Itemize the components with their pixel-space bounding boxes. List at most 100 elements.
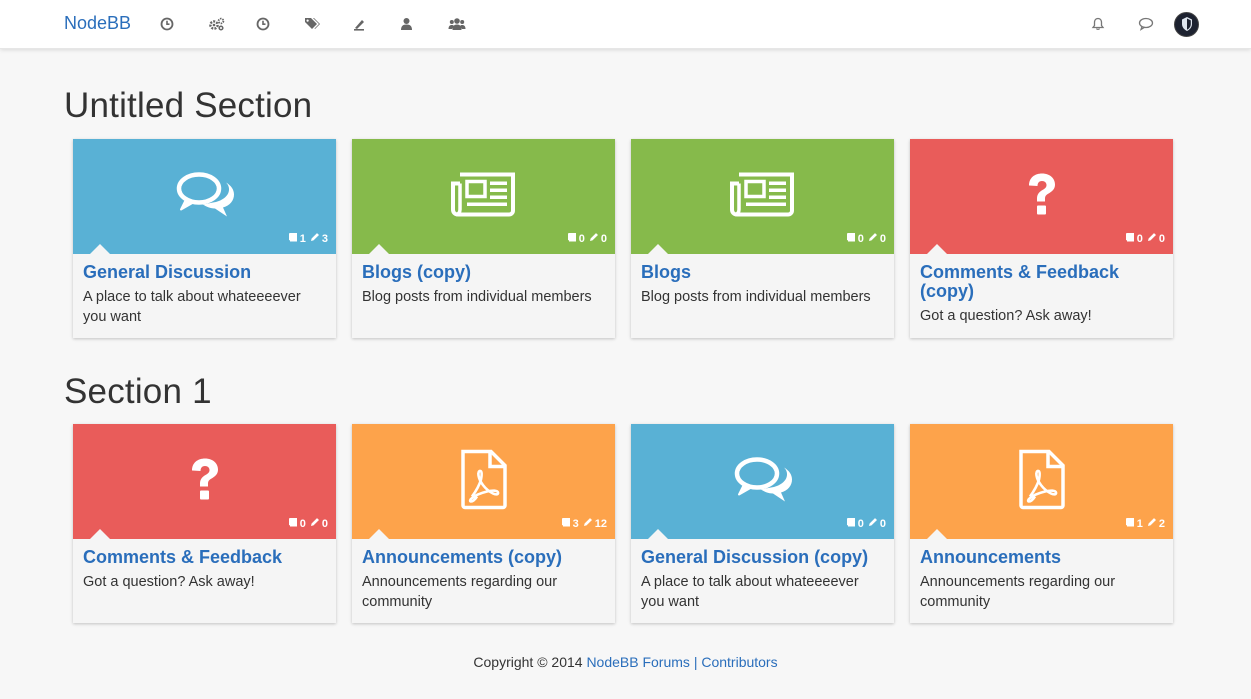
- category-description: Blog posts from individual members: [362, 289, 592, 305]
- category-row: 0 0 Comments & Feedback Got a question? Ask…: [73, 424, 1173, 623]
- topics-book-icon: [1125, 232, 1135, 245]
- posts-pencil-icon: [868, 517, 878, 530]
- category-title-link[interactable]: General Discussion: [83, 263, 326, 282]
- category-description: Got a question? Ask away!: [83, 574, 255, 590]
- topic-count: 0: [857, 232, 864, 245]
- banner-pointer: [90, 529, 110, 539]
- category-description: Blog posts from individual members: [641, 289, 871, 305]
- banner-pointer: [648, 244, 668, 254]
- category-title-link[interactable]: Announcements: [920, 548, 1163, 567]
- post-count: 0: [321, 517, 328, 530]
- category-banner[interactable]: 13: [73, 139, 336, 254]
- user-avatar[interactable]: [1174, 11, 1199, 37]
- question-icon: [189, 457, 221, 506]
- comments-icon: [175, 170, 235, 223]
- topic-count: 0: [1136, 232, 1143, 245]
- post-count: 0: [1158, 232, 1165, 245]
- popular-fire-icon[interactable]: [348, 14, 396, 34]
- category-title-link[interactable]: Blogs (copy): [362, 263, 605, 282]
- posts-pencil-icon: [310, 232, 320, 245]
- notifications-bell-icon[interactable]: [1074, 10, 1122, 38]
- category-title-link[interactable]: General Discussion (copy): [641, 548, 884, 567]
- category-description: A place to talk about whateeeever you wa…: [83, 289, 301, 325]
- posts-pencil-icon: [310, 517, 320, 530]
- category-body: General Discussion (copy) A place to talk…: [631, 539, 894, 612]
- post-count: 0: [600, 232, 607, 245]
- category-body: Announcements (copy) Announcements regard…: [352, 539, 615, 612]
- topic-count: 3: [572, 517, 579, 530]
- category-title-link[interactable]: Comments & Feedback: [83, 548, 326, 567]
- nodebb-forums-link[interactable]: NodeBB Forums: [586, 654, 689, 670]
- section-title: Untitled Section: [64, 86, 313, 125]
- category-stats: 00: [846, 517, 886, 530]
- category-row: 1 3 General Discussion A place to talk abou…: [73, 139, 1173, 338]
- category-stats: 00: [567, 232, 607, 245]
- category-banner[interactable]: 3 12: [352, 424, 615, 539]
- user-icon[interactable]: [396, 14, 444, 34]
- category-card[interactable]: 0 0 Comments & Feedback Got a question? Ask…: [73, 424, 336, 623]
- category-stats: 00: [846, 232, 886, 245]
- category-description: A place to talk about whateeeever you wa…: [641, 574, 859, 610]
- topics-book-icon: [846, 517, 856, 530]
- category-banner[interactable]: 00: [910, 139, 1173, 254]
- section-title: Section 1: [64, 372, 212, 411]
- category-card[interactable]: 0 0 Blogs Blog posts from individual member…: [631, 139, 894, 338]
- category-banner[interactable]: 00: [631, 424, 894, 539]
- category-body: Announcements Announcements regarding our…: [910, 539, 1173, 612]
- category-body: Comments & Feedback Got a question? Ask a…: [73, 539, 336, 592]
- category-description: Announcements regarding our community: [920, 574, 1116, 610]
- category-title-link[interactable]: Blogs: [641, 263, 884, 282]
- category-card[interactable]: 0 0 Blogs (copy) Blog posts from individual…: [352, 139, 615, 338]
- cogs-icon[interactable]: [204, 14, 252, 34]
- top-navbar: NodeBB: [0, 0, 1251, 49]
- banner-pointer: [648, 529, 668, 539]
- category-banner[interactable]: 00: [631, 139, 894, 254]
- category-card[interactable]: 1 3 General Discussion A place to talk abou…: [73, 139, 336, 338]
- unread-clock-icon[interactable]: [252, 14, 300, 34]
- pdf-file-icon: [1017, 449, 1067, 514]
- pdf-file-icon: [459, 449, 509, 514]
- post-count: 0: [879, 517, 886, 530]
- brand-link[interactable]: NodeBB: [64, 13, 131, 34]
- category-body: Blogs (copy) Blog posts from individual m…: [352, 254, 615, 307]
- category-title-link[interactable]: Comments & Feedback (copy): [920, 263, 1163, 301]
- post-count: 3: [321, 232, 328, 245]
- topic-count: 1: [299, 232, 306, 245]
- banner-pointer: [927, 244, 947, 254]
- category-body: Comments & Feedback (copy) Got a question…: [910, 254, 1173, 326]
- chat-bubble-icon[interactable]: [1122, 10, 1170, 38]
- banner-pointer: [369, 244, 389, 254]
- newspaper-icon: [450, 171, 517, 222]
- category-card[interactable]: 0 0 General Discussion (copy) A place to ta…: [631, 424, 894, 623]
- recent-clock-icon[interactable]: [156, 14, 204, 34]
- banner-pointer: [90, 244, 110, 254]
- topic-count: 1: [1136, 517, 1143, 530]
- post-count: 0: [879, 232, 886, 245]
- category-banner[interactable]: 12: [910, 424, 1173, 539]
- category-body: General Discussion A place to talk about …: [73, 254, 336, 327]
- topics-book-icon: [288, 232, 298, 245]
- groups-icon[interactable]: [444, 14, 492, 34]
- topic-count: 0: [578, 232, 585, 245]
- topics-book-icon: [561, 517, 571, 530]
- category-card[interactable]: 0 0 Comments & Feedback (copy) Got a questi…: [910, 139, 1173, 338]
- category-title-link[interactable]: Announcements (copy): [362, 548, 605, 567]
- category-banner[interactable]: 00: [73, 424, 336, 539]
- newspaper-icon: [729, 171, 796, 222]
- category-banner[interactable]: 00: [352, 139, 615, 254]
- posts-pencil-icon: [868, 232, 878, 245]
- category-card[interactable]: 3 12 Announcements (copy) Announcements reg…: [352, 424, 615, 623]
- topics-book-icon: [288, 517, 298, 530]
- posts-pencil-icon: [1147, 232, 1157, 245]
- contributors-link[interactable]: Contributors: [701, 654, 777, 670]
- tags-icon[interactable]: [300, 14, 348, 34]
- banner-pointer: [927, 529, 947, 539]
- post-count: 2: [1158, 517, 1165, 530]
- nav-right-icons: [1074, 10, 1199, 38]
- category-stats: 13: [288, 232, 328, 245]
- category-card[interactable]: 1 2 Announcements Announcements regarding o…: [910, 424, 1173, 623]
- topics-book-icon: [567, 232, 577, 245]
- topic-count: 0: [299, 517, 306, 530]
- posts-pencil-icon: [589, 232, 599, 245]
- posts-pencil-icon: [1147, 517, 1157, 530]
